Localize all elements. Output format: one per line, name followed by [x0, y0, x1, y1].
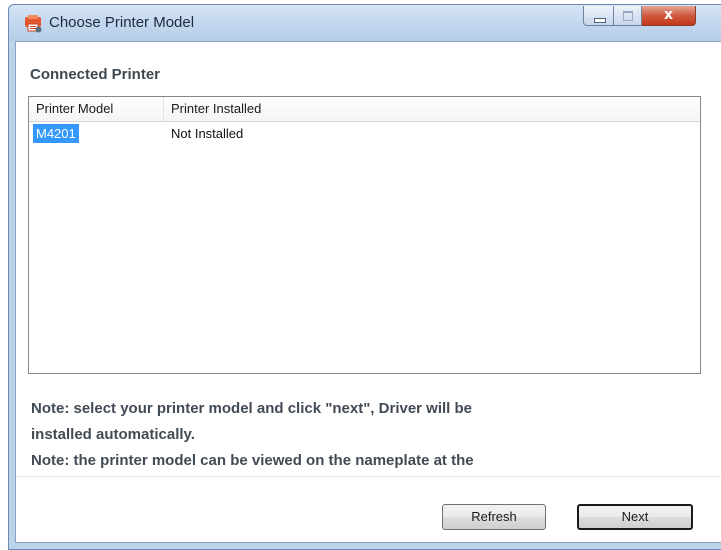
printer-model-cell[interactable]: M4201	[33, 124, 79, 143]
title-bar[interactable]: Choose Printer Model x	[9, 5, 721, 41]
list-header: Printer Model Printer Installed	[29, 97, 700, 122]
window-title: Choose Printer Model	[49, 14, 195, 31]
maximize-icon	[623, 11, 633, 21]
minimize-icon	[594, 18, 606, 23]
maximize-button[interactable]	[614, 6, 642, 26]
close-button[interactable]: x	[642, 6, 696, 26]
section-title: Connected Printer	[30, 66, 161, 83]
next-button[interactable]: Next	[577, 504, 693, 530]
minimize-button[interactable]	[583, 6, 614, 26]
column-header-printer-installed[interactable]: Printer Installed	[164, 97, 694, 121]
note-line-2: installed automatically.	[31, 426, 195, 443]
note-line-3: Note: the printer model can be viewed on…	[31, 452, 474, 469]
footer-divider	[16, 476, 721, 477]
printer-installed-cell: Not Installed	[171, 126, 244, 141]
printer-app-icon	[25, 15, 42, 33]
dialog-window: Choose Printer Model x Connected Printer…	[8, 4, 721, 550]
note-line-1: Note: select your printer model and clic…	[31, 400, 473, 417]
dialog-content: Connected Printer Printer Model Printer …	[15, 41, 721, 543]
close-icon: x	[663, 7, 674, 23]
refresh-button[interactable]: Refresh	[442, 504, 546, 530]
printer-list[interactable]: Printer Model Printer Installed M4201 No…	[28, 96, 701, 374]
column-header-printer-model[interactable]: Printer Model	[29, 97, 164, 121]
list-row[interactable]: M4201 Not Installed	[29, 123, 700, 145]
